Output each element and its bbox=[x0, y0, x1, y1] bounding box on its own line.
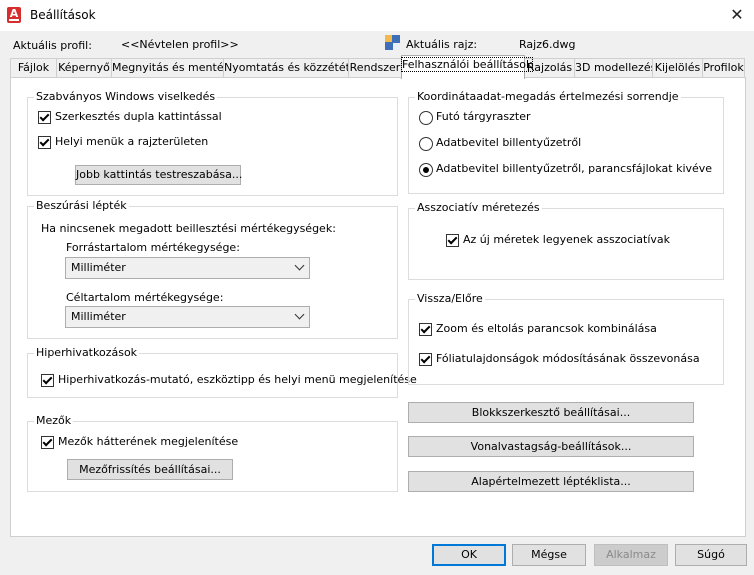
field-update-settings-button[interactable]: Mezőfrissítés beállításai... bbox=[67, 459, 233, 480]
tab-selection[interactable]: Kijelölés bbox=[652, 58, 703, 78]
apply-button[interactable]: Alkalmaz bbox=[594, 544, 668, 566]
running-osnap-radio[interactable] bbox=[419, 111, 433, 125]
insertion-intro-text: Ha nincsenek megadott beillesztési mérté… bbox=[41, 222, 336, 235]
tab-system[interactable]: Rendszer bbox=[348, 58, 402, 78]
double-click-label: Szerkesztés dupla kattintással bbox=[55, 110, 222, 123]
source-units-value: Milliméter bbox=[71, 261, 126, 274]
group-title: Szabványos Windows viselkedés bbox=[34, 90, 218, 103]
ok-button[interactable]: OK bbox=[432, 544, 506, 566]
double-click-checkbox[interactable] bbox=[38, 111, 51, 124]
default-scale-list-button[interactable]: Alapértelmezett léptéklista... bbox=[408, 471, 694, 492]
group-title: Koordinátaadat-megadás értelmezési sorre… bbox=[415, 90, 681, 103]
cancel-button[interactable]: Mégse bbox=[512, 544, 586, 566]
source-units-label: Forrástartalom mértékegysége: bbox=[66, 241, 240, 254]
group-title: Hiperhivatkozások bbox=[34, 346, 140, 359]
window-title: Beállítások bbox=[30, 8, 96, 22]
tab-open-save[interactable]: Megnyitás és mentés bbox=[111, 58, 229, 78]
associative-dimensions-label: Az új méretek legyenek asszociatívak bbox=[463, 233, 671, 246]
tab-user-preferences[interactable]: Felhasználói beállítások bbox=[400, 55, 534, 79]
title-bar bbox=[0, 0, 754, 31]
hyperlink-group: Hiperhivatkozások Hiperhivatkozás-mutató… bbox=[27, 346, 417, 398]
tab-display[interactable]: Képernyő bbox=[56, 58, 112, 78]
field-background-label: Mezők hátterének megjelenítése bbox=[58, 435, 239, 448]
shortcut-menus-label: Helyi menük a rajzterületen bbox=[55, 135, 209, 148]
autocad-app-icon: A bbox=[7, 7, 21, 23]
drawing-icon bbox=[385, 35, 400, 50]
chevron-down-icon bbox=[294, 309, 305, 320]
windows-behavior-group: Szabványos Windows viselkedés Szerkeszté… bbox=[27, 90, 398, 196]
shortcut-menus-checkbox[interactable] bbox=[38, 136, 51, 149]
fields-group: Mezők Mezők hátterének megjelenítése Mez… bbox=[27, 414, 398, 492]
block-editor-settings-button[interactable]: Blokkszerkesztő beállításai... bbox=[408, 402, 694, 423]
help-button[interactable]: Súgó bbox=[675, 544, 747, 566]
associative-dimensions-checkbox[interactable] bbox=[446, 234, 459, 247]
chevron-down-icon bbox=[294, 260, 305, 271]
tab-files[interactable]: Fájlok bbox=[10, 58, 57, 78]
keyboard-entry-label: Adatbevitel billentyűzetről bbox=[436, 136, 582, 149]
target-units-value: Milliméter bbox=[71, 310, 126, 323]
right-click-customize-button[interactable]: Jobb kattintás testreszabása... bbox=[75, 165, 242, 185]
coordinate-priority-group: Koordinátaadat-megadás értelmezési sorre… bbox=[408, 90, 724, 194]
lineweight-settings-button[interactable]: Vonalvastagság-beállítások... bbox=[408, 436, 694, 457]
combine-zoom-pan-label: Zoom és eltolás parancsok kombinálása bbox=[436, 322, 657, 335]
current-drawing-value: Rajz6.dwg bbox=[519, 38, 576, 51]
undo-redo-group: Vissza/Előre Zoom és eltolás parancsok k… bbox=[408, 292, 724, 385]
target-units-label: Céltartalom mértékegysége: bbox=[66, 291, 224, 304]
tab-strip: Fájlok Képernyő Megnyitás és mentés Nyom… bbox=[10, 55, 745, 79]
current-drawing-label: Aktuális rajz: bbox=[406, 38, 478, 51]
current-profile-label: Aktuális profil: bbox=[13, 39, 92, 52]
close-icon[interactable]: ✕ bbox=[724, 4, 750, 26]
keyboard-except-scripts-label: Adatbevitel billentyűzetről, parancsfájl… bbox=[436, 162, 713, 175]
combine-layer-changes-label: Fóliatulajdonságok módosításának összevo… bbox=[436, 352, 700, 365]
group-title: Asszociatív méretezés bbox=[415, 201, 542, 214]
tab-profiles[interactable]: Profilok bbox=[702, 58, 745, 78]
associative-dimensioning-group: Asszociatív méretezés Az új méretek legy… bbox=[408, 201, 724, 280]
hyperlink-display-label: Hiperhivatkozás-mutató, eszköztipp és he… bbox=[58, 373, 417, 386]
keyboard-entry-radio[interactable] bbox=[419, 137, 433, 151]
keyboard-except-scripts-radio[interactable] bbox=[419, 163, 433, 177]
group-title: Beszúrási lépték bbox=[34, 199, 129, 212]
combine-layer-changes-checkbox[interactable] bbox=[419, 353, 432, 366]
field-background-checkbox[interactable] bbox=[41, 436, 54, 449]
combine-zoom-pan-checkbox[interactable] bbox=[419, 323, 432, 336]
target-units-dropdown[interactable]: Milliméter bbox=[65, 306, 310, 328]
tab-panel: Szabványos Windows viselkedés Szerkeszté… bbox=[10, 77, 746, 537]
hyperlink-display-checkbox[interactable] bbox=[41, 374, 54, 387]
tab-plot-publish[interactable]: Nyomtatás és közzététel bbox=[223, 58, 360, 78]
group-title: Vissza/Előre bbox=[415, 292, 485, 305]
insertion-scale-group: Beszúrási lépték Ha nincsenek megadott b… bbox=[27, 199, 398, 339]
current-profile-value: <<Névtelen profil>> bbox=[121, 38, 239, 51]
tab-3d-modeling[interactable]: 3D modellezés bbox=[574, 58, 656, 78]
group-title: Mezők bbox=[34, 414, 74, 427]
running-osnap-label: Futó tárgyraszter bbox=[436, 110, 531, 123]
source-units-dropdown[interactable]: Milliméter bbox=[65, 257, 310, 279]
